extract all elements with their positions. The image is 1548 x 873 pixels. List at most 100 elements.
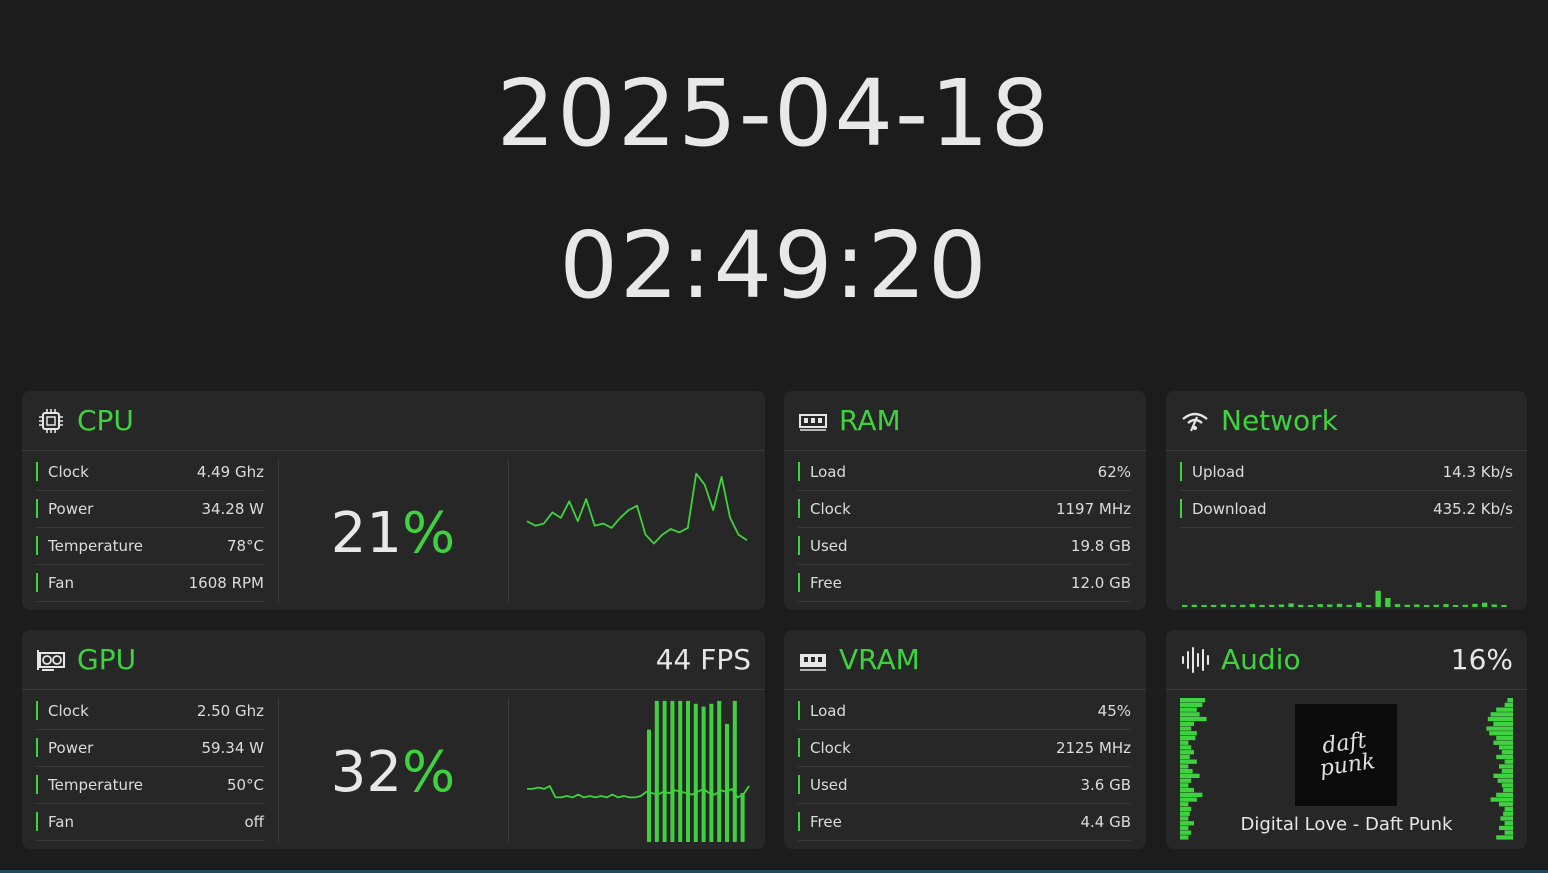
gpu-frame-bar	[670, 700, 675, 842]
gpu-load-readout: 32%	[279, 740, 507, 805]
audio-right-level-bar	[1504, 806, 1513, 812]
stat-accent-bar	[798, 701, 800, 720]
network-traffic-bar	[1240, 604, 1246, 607]
stat-value: 2.50 Ghz	[196, 702, 264, 720]
stat-accent-bar	[36, 462, 38, 481]
stat-accent-bar	[36, 812, 38, 831]
stat-label: Temperature	[48, 537, 144, 555]
audio-right-level-bar	[1507, 698, 1513, 703]
stat-label: Clock	[48, 702, 89, 720]
vram-stat-clock: Clock 2125 MHz	[798, 730, 1131, 767]
network-traffic-bar	[1288, 603, 1294, 607]
audio-left-level-bar	[1180, 787, 1194, 793]
stat-value: 2125 MHz	[1055, 739, 1131, 757]
gpu-stat-clock: Clock 2.50 Ghz	[36, 693, 264, 730]
gpu-frame-bar	[740, 793, 745, 842]
stat-label: Temperature	[48, 776, 144, 794]
network-traffic-bar	[1375, 590, 1381, 607]
audio-right-level-bar	[1493, 721, 1513, 726]
network-title: Network	[1221, 404, 1338, 437]
network-traffic-bar	[1423, 605, 1430, 607]
ram-panel: RAM Load 62% Clock 1197 MHz Used 19.8 GB…	[784, 391, 1146, 610]
audio-left-level-bar	[1180, 769, 1193, 774]
audio-left-level-bar	[1180, 702, 1203, 707]
album-art: daft punk	[1295, 704, 1397, 806]
stat-label: Clock	[810, 739, 851, 757]
audio-right-level-bar	[1503, 787, 1513, 793]
network-traffic-bar	[1472, 603, 1478, 607]
stat-accent-bar	[798, 775, 800, 794]
stat-value: 19.8 GB	[1070, 537, 1131, 555]
network-traffic-bar	[1298, 604, 1304, 607]
stat-value: 78°C	[226, 537, 264, 555]
clock-date: 2025-04-18	[496, 60, 1052, 167]
album-art-logo: daft punk	[1318, 728, 1377, 782]
network-traffic-bar	[1259, 605, 1265, 607]
stat-label: Load	[810, 463, 846, 481]
audio-right-level-bar	[1496, 792, 1513, 797]
network-traffic-bar	[1307, 605, 1314, 607]
cpu-stat-temperature: Temperature 78°C	[36, 528, 264, 565]
audio-left-level-bar	[1180, 726, 1192, 731]
cpu-load-line	[526, 472, 748, 545]
stat-accent-bar	[798, 536, 800, 555]
audio-right-level-bar	[1499, 802, 1513, 807]
stat-label: Free	[810, 813, 842, 831]
network-traffic-bar	[1201, 605, 1207, 607]
stat-value: 3.6 GB	[1080, 776, 1131, 794]
network-traffic-bar	[1191, 604, 1197, 607]
audio-right-level-bar	[1496, 707, 1513, 712]
gpu-frame-bar	[701, 706, 706, 842]
audio-right-level-bar	[1504, 759, 1513, 764]
network-traffic-bar	[1269, 604, 1275, 607]
ram-stat-clock: Clock 1197 MHz	[798, 491, 1131, 528]
gpu-frame-bar	[725, 723, 729, 842]
audio-left-level-bar	[1180, 835, 1189, 840]
network-traffic-bar	[1394, 604, 1401, 607]
audio-volume: 16%	[1450, 643, 1513, 676]
network-traffic-bar	[1491, 604, 1497, 607]
stat-value: 34.28 W	[201, 500, 264, 518]
stat-accent-bar	[798, 738, 800, 757]
vram-panel: VRAM Load 45% Clock 2125 MHz Used 3.6 GB…	[784, 630, 1146, 849]
network-traffic-bar	[1211, 605, 1217, 607]
audio-left-level-bar	[1180, 740, 1189, 745]
audio-right-level-bar	[1501, 769, 1513, 774]
audio-right-level-bar	[1490, 712, 1513, 717]
stat-value: 50°C	[226, 776, 264, 794]
audio-left-level-bar	[1180, 698, 1206, 703]
audio-left-level-bar	[1180, 773, 1200, 778]
gpu-panel-header: GPU 44 FPS	[22, 630, 765, 690]
network-traffic-bar	[1365, 605, 1372, 607]
stat-value: off	[244, 813, 264, 831]
network-traffic-bar	[1356, 602, 1362, 607]
network-traffic-bar	[1452, 605, 1459, 607]
memory-icon	[800, 654, 826, 671]
stat-value: 1197 MHz	[1055, 500, 1131, 518]
cpu-load-sign: %	[402, 501, 456, 566]
network-traffic-bar	[1278, 604, 1285, 607]
audio-left-level-bar	[1180, 712, 1200, 717]
audio-waveform-icon	[1182, 647, 1209, 673]
stat-label: Used	[810, 776, 848, 794]
audio-right-level-bar	[1490, 797, 1513, 802]
audio-right-level-bar	[1501, 783, 1513, 788]
cpu-stat-fan: Fan 1608 RPM	[36, 565, 264, 602]
stat-value: 4.4 GB	[1080, 813, 1131, 831]
gpu-load-sign: %	[402, 740, 456, 805]
stat-label: Free	[810, 574, 842, 592]
network-stat-download: Download 435.2 Kb/s	[1180, 491, 1513, 528]
network-traffic-bar	[1462, 604, 1468, 607]
gpu-load-number: 32	[330, 740, 403, 805]
stat-value: 14.3 Kb/s	[1442, 463, 1513, 481]
audio-left-level-bar	[1180, 764, 1189, 769]
audio-panel-header: Audio 16%	[1166, 630, 1527, 690]
stat-accent-bar	[798, 573, 800, 592]
network-traffic-bar	[1433, 604, 1439, 607]
audio-left-level-bar	[1180, 759, 1197, 764]
divider	[508, 698, 509, 842]
network-traffic-bar	[1414, 604, 1420, 607]
audio-title: Audio	[1221, 643, 1301, 676]
audio-right-level-bar	[1501, 750, 1513, 755]
stat-label: Upload	[1192, 463, 1245, 481]
